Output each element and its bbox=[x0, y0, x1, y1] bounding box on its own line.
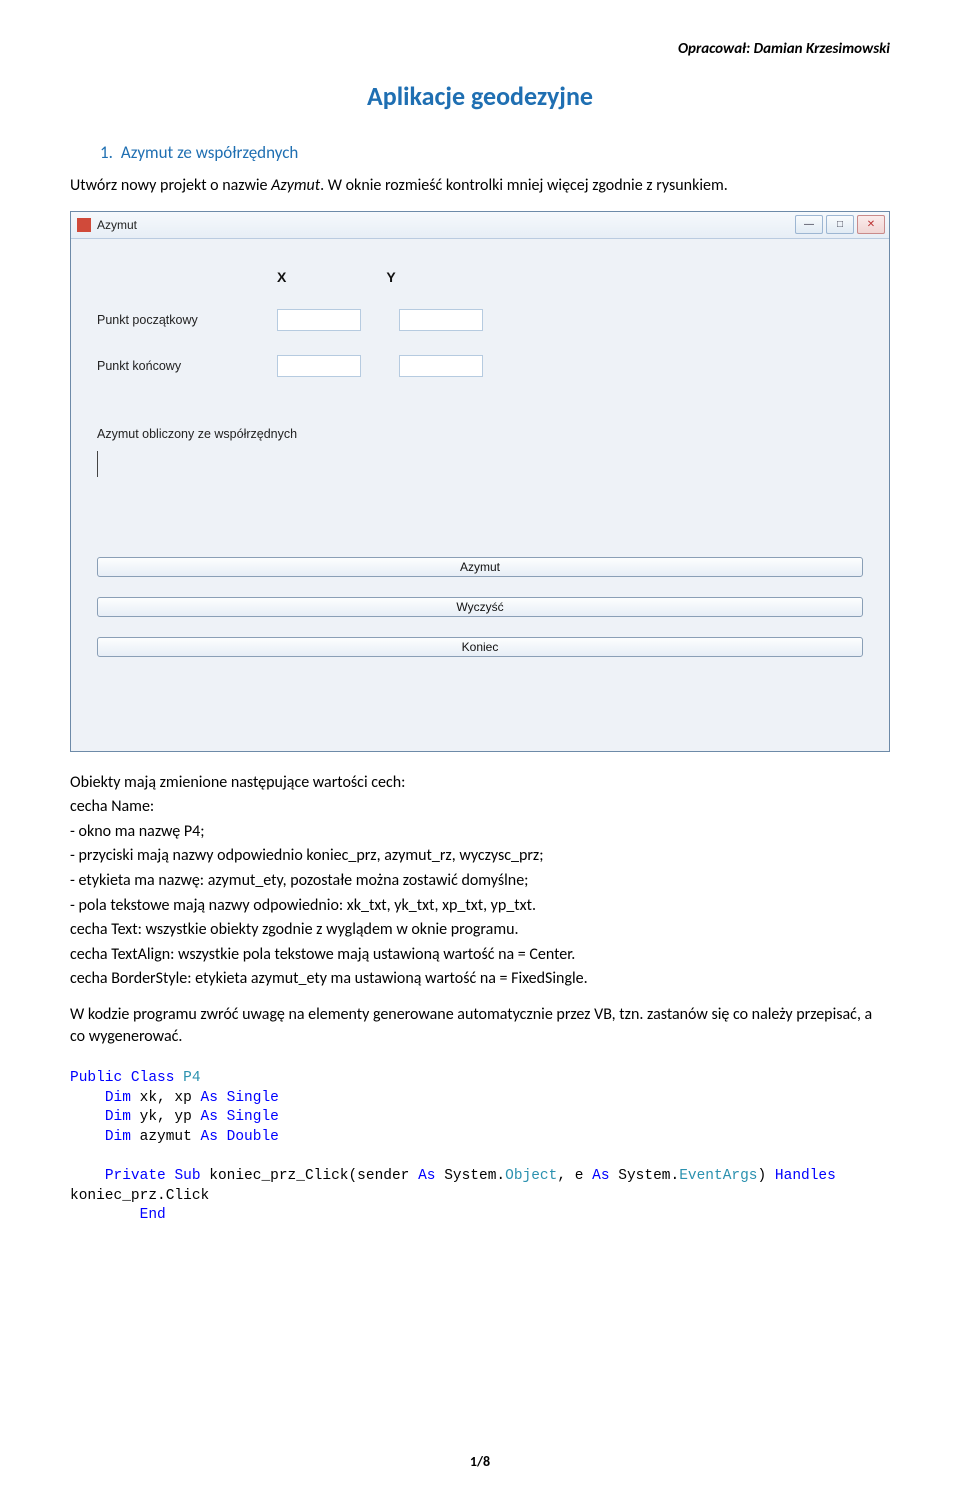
input-xk[interactable] bbox=[277, 355, 361, 377]
intro-text-b: . W oknie rozmieść kontrolki mniej więce… bbox=[320, 176, 728, 195]
author-line: Opracował: Damian Krzesimowski bbox=[70, 40, 890, 58]
app-icon bbox=[77, 218, 91, 232]
props-p9: W kodzie programu zwróć uwagę na element… bbox=[70, 1004, 890, 1047]
props-p1: cecha Name: bbox=[70, 796, 890, 818]
list-number: 1. bbox=[100, 142, 113, 163]
window-buttons: — □ ✕ bbox=[795, 215, 885, 234]
label-start-point: Punkt początkowy bbox=[97, 313, 277, 327]
button-azymut[interactable]: Azymut bbox=[97, 557, 863, 577]
button-stack: Azymut Wyczyść Koniec bbox=[97, 557, 863, 657]
row-start-point: Punkt początkowy bbox=[97, 309, 863, 331]
input-yk[interactable] bbox=[399, 355, 483, 377]
props-p8: cecha BorderStyle: etykieta azymut_ety m… bbox=[70, 968, 890, 990]
window-azymut: Azymut — □ ✕ X Y Punkt początkowy Punkt … bbox=[70, 211, 890, 752]
list-text: Azymut ze współrzędnych bbox=[121, 142, 298, 163]
input-yp[interactable] bbox=[399, 309, 483, 331]
column-headers: X Y bbox=[277, 269, 863, 285]
code-block: Public Class P4 Dim xk, xp As Single Dim… bbox=[70, 1069, 890, 1226]
document-title: Aplikacje geodezyjne bbox=[70, 80, 890, 112]
window-client: X Y Punkt początkowy Punkt końcowy Azymu… bbox=[71, 239, 889, 751]
intro-paragraph: Utwórz nowy projekt o nazwie Azymut. W o… bbox=[70, 175, 890, 197]
row-end-point: Punkt końcowy bbox=[97, 355, 863, 377]
input-xp[interactable] bbox=[277, 309, 361, 331]
page-number: 1/8 bbox=[0, 1453, 960, 1470]
props-p3: - przyciski mają nazwy odpowiednio konie… bbox=[70, 845, 890, 867]
button-wyczysc[interactable]: Wyczyść bbox=[97, 597, 863, 617]
col-y-label: Y bbox=[386, 269, 395, 285]
maximize-button[interactable]: □ bbox=[826, 215, 854, 234]
minimize-button[interactable]: — bbox=[795, 215, 823, 234]
label-end-point: Punkt końcowy bbox=[97, 359, 277, 373]
close-button[interactable]: ✕ bbox=[857, 215, 885, 234]
props-p4: - etykieta ma nazwę: azymut_ety, pozosta… bbox=[70, 870, 890, 892]
props-p0: Obiekty mają zmienione następujące warto… bbox=[70, 772, 890, 794]
props-p6: cecha Text: wszystkie obiekty zgodnie z … bbox=[70, 919, 890, 941]
col-x-label: X bbox=[277, 269, 286, 285]
properties-block: Obiekty mają zmienione następujące warto… bbox=[70, 772, 890, 1048]
intro-text-a: Utwórz nowy projekt o nazwie bbox=[70, 176, 271, 195]
titlebar: Azymut — □ ✕ bbox=[71, 212, 889, 239]
output-azymut-ety bbox=[97, 451, 102, 477]
props-p7: cecha TextAlign: wszystkie pola tekstowe… bbox=[70, 944, 890, 966]
section-heading: 1. Azymut ze współrzędnych bbox=[100, 142, 890, 163]
props-p5: - pola tekstowe mają nazwy odpowiednio: … bbox=[70, 895, 890, 917]
button-koniec[interactable]: Koniec bbox=[97, 637, 863, 657]
props-p2: - okno ma nazwę P4; bbox=[70, 821, 890, 843]
intro-text-it: Azymut bbox=[271, 176, 320, 195]
label-result-section: Azymut obliczony ze współrzędnych bbox=[97, 427, 863, 441]
window-title: Azymut bbox=[97, 218, 795, 232]
